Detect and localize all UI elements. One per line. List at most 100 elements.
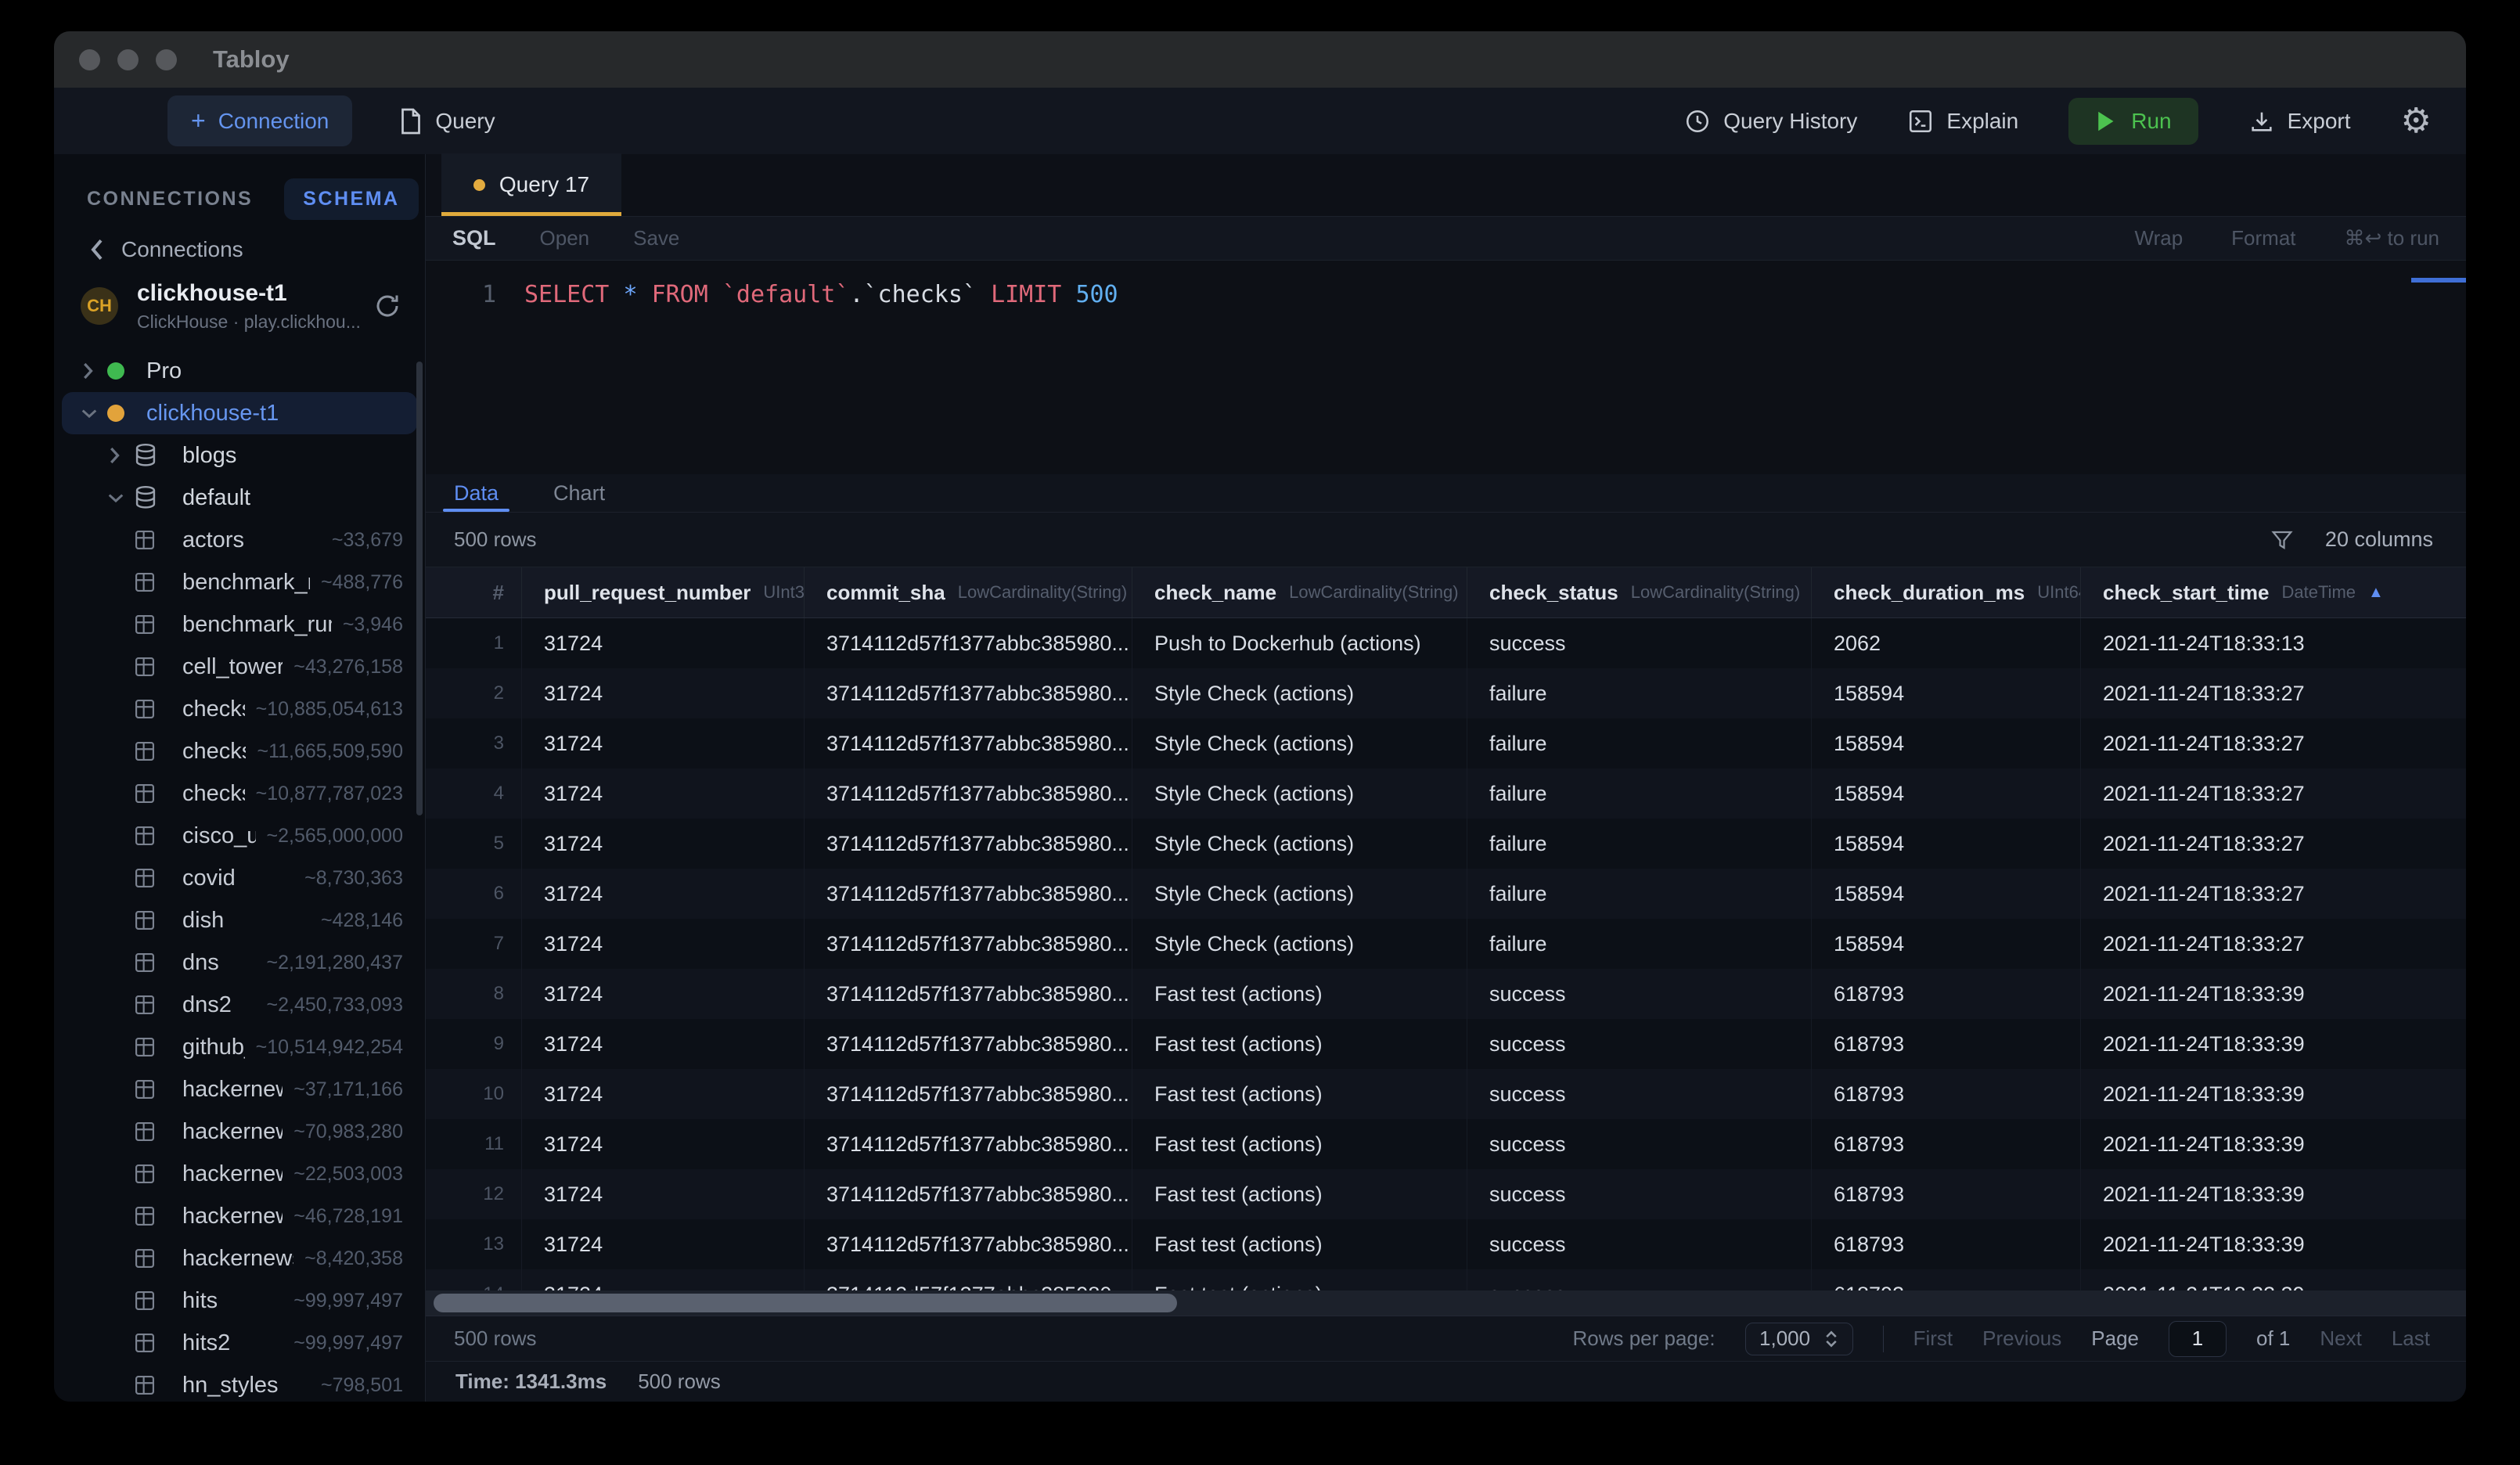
- table-cell[interactable]: 618793: [1812, 1069, 2081, 1119]
- table-cell[interactable]: 3714112d57f1377abbc385980...: [805, 969, 1132, 1019]
- table-cell[interactable]: 31724: [522, 768, 805, 819]
- table-cell[interactable]: 3714112d57f1377abbc385980...: [805, 819, 1132, 869]
- sidebar-table-item[interactable]: hits2 ~99,997,497: [54, 1322, 425, 1364]
- table-cell[interactable]: Style Check (actions): [1132, 819, 1467, 869]
- tab-chart[interactable]: Chart: [553, 474, 605, 512]
- sidebar-table-item[interactable]: dns2 ~2,450,733,093: [54, 984, 425, 1026]
- table-cell[interactable]: 3714112d57f1377abbc385980...: [805, 768, 1132, 819]
- open-button[interactable]: Open: [540, 226, 590, 250]
- new-query-button[interactable]: Query: [399, 107, 495, 135]
- column-header[interactable]: check_statusLowCardinality(String): [1467, 567, 1812, 617]
- minimize-window-button[interactable]: [117, 49, 139, 70]
- table-cell[interactable]: 31724: [522, 718, 805, 768]
- table-cell[interactable]: 3714112d57f1377abbc385980...: [805, 1219, 1132, 1269]
- table-cell[interactable]: 31724: [522, 819, 805, 869]
- column-header[interactable]: check_duration_msUInt64: [1812, 567, 2081, 617]
- back-to-connections[interactable]: Connections: [54, 229, 425, 270]
- row-number-cell[interactable]: 9: [426, 1019, 522, 1069]
- table-cell[interactable]: 2021-11-24T18:33:27: [2081, 919, 2466, 969]
- sidebar-table-item[interactable]: cisco_um... ~2,565,000,000: [54, 815, 425, 857]
- close-window-button[interactable]: [79, 49, 100, 70]
- table-cell[interactable]: 3714112d57f1377abbc385980...: [805, 668, 1132, 718]
- table-cell[interactable]: 31724: [522, 969, 805, 1019]
- table-cell[interactable]: 2021-11-24T18:33:27: [2081, 768, 2466, 819]
- table-row[interactable]: 10317243714112d57f1377abbc385980...Fast …: [426, 1069, 2466, 1119]
- tree-item-db-blogs[interactable]: blogs: [54, 434, 425, 477]
- table-row[interactable]: 5317243714112d57f1377abbc385980...Style …: [426, 819, 2466, 869]
- query-tab[interactable]: Query 17: [441, 153, 621, 216]
- table-cell[interactable]: success: [1467, 1119, 1812, 1169]
- table-row[interactable]: 6317243714112d57f1377abbc385980...Style …: [426, 869, 2466, 919]
- sidebar-table-item[interactable]: hackernews... ~70,983,280: [54, 1110, 425, 1153]
- page-number-input[interactable]: 1: [2169, 1321, 2227, 1357]
- table-cell[interactable]: 3714112d57f1377abbc385980...: [805, 1119, 1132, 1169]
- table-cell[interactable]: failure: [1467, 919, 1812, 969]
- table-row[interactable]: 4317243714112d57f1377abbc385980...Style …: [426, 768, 2466, 819]
- table-cell[interactable]: 618793: [1812, 1219, 2081, 1269]
- table-cell[interactable]: 31724: [522, 618, 805, 668]
- column-header[interactable]: commit_shaLowCardinality(String): [805, 567, 1132, 617]
- export-button[interactable]: Export: [2248, 108, 2351, 135]
- column-header[interactable]: pull_request_numberUInt32: [522, 567, 805, 617]
- sidebar-table-item[interactable]: hackernews... ~22,503,003: [54, 1153, 425, 1195]
- sidebar-table-item[interactable]: dish ~428,146: [54, 899, 425, 941]
- tree-item-db-default[interactable]: default: [54, 477, 425, 519]
- table-cell[interactable]: 31724: [522, 869, 805, 919]
- table-cell[interactable]: success: [1467, 1019, 1812, 1069]
- table-cell[interactable]: Style Check (actions): [1132, 718, 1467, 768]
- column-header[interactable]: check_start_timeDateTime▲: [2081, 567, 2466, 617]
- table-cell[interactable]: failure: [1467, 718, 1812, 768]
- table-cell[interactable]: 618793: [1812, 1119, 2081, 1169]
- sidebar-table-item[interactable]: benchmark_runs ~3,946: [54, 603, 425, 646]
- tree-item-pro[interactable]: Pro: [54, 350, 425, 392]
- table-cell[interactable]: 3714112d57f1377abbc385980...: [805, 718, 1132, 768]
- table-cell[interactable]: 2021-11-24T18:33:27: [2081, 819, 2466, 869]
- table-cell[interactable]: success: [1467, 1219, 1812, 1269]
- table-cell[interactable]: 31724: [522, 1019, 805, 1069]
- horizontal-scrollbar[interactable]: [426, 1290, 2466, 1316]
- format-button[interactable]: Format: [2231, 226, 2295, 250]
- table-cell[interactable]: Fast test (actions): [1132, 1219, 1467, 1269]
- sidebar-table-item[interactable]: checks_... ~11,665,509,590: [54, 730, 425, 772]
- table-cell[interactable]: 2021-11-24T18:33:39: [2081, 1069, 2466, 1119]
- explain-button[interactable]: Explain: [1907, 108, 2018, 135]
- table-cell[interactable]: failure: [1467, 768, 1812, 819]
- table-cell[interactable]: 31724: [522, 668, 805, 718]
- sidebar-table-item[interactable]: hits ~99,997,497: [54, 1280, 425, 1322]
- rows-per-page-select[interactable]: 1,000: [1745, 1323, 1853, 1355]
- table-cell[interactable]: 31724: [522, 1069, 805, 1119]
- sql-editor[interactable]: 1 SELECT * FROM `default`.`checks` LIMIT…: [426, 261, 2466, 474]
- table-row[interactable]: 7317243714112d57f1377abbc385980...Style …: [426, 919, 2466, 969]
- table-cell[interactable]: 158594: [1812, 668, 2081, 718]
- row-number-cell[interactable]: 5: [426, 819, 522, 869]
- sidebar-table-item[interactable]: cell_towers ~43,276,158: [54, 646, 425, 688]
- row-number-cell[interactable]: 2: [426, 668, 522, 718]
- table-cell[interactable]: 2021-11-24T18:33:39: [2081, 1119, 2466, 1169]
- column-header[interactable]: check_nameLowCardinality(String): [1132, 567, 1467, 617]
- horizontal-scrollbar-thumb[interactable]: [434, 1294, 1177, 1312]
- table-cell[interactable]: success: [1467, 618, 1812, 668]
- connection-card[interactable]: CH clickhouse-t1 ClickHouse · play.click…: [54, 270, 425, 342]
- table-cell[interactable]: success: [1467, 1069, 1812, 1119]
- table-cell[interactable]: 2021-11-24T18:33:27: [2081, 668, 2466, 718]
- table-cell[interactable]: 618793: [1812, 1019, 2081, 1069]
- first-page-button[interactable]: First: [1913, 1326, 1953, 1351]
- table-cell[interactable]: 3714112d57f1377abbc385980...: [805, 919, 1132, 969]
- row-number-cell[interactable]: 13: [426, 1219, 522, 1269]
- table-cell[interactable]: Style Check (actions): [1132, 768, 1467, 819]
- settings-button[interactable]: ⚙: [2401, 104, 2432, 139]
- table-cell[interactable]: 31724: [522, 919, 805, 969]
- table-cell[interactable]: 2021-11-24T18:33:39: [2081, 1219, 2466, 1269]
- table-row[interactable]: 12317243714112d57f1377abbc385980...Fast …: [426, 1169, 2466, 1219]
- wrap-button[interactable]: Wrap: [2135, 226, 2183, 250]
- row-number-cell[interactable]: 10: [426, 1069, 522, 1119]
- row-number-cell[interactable]: 1: [426, 618, 522, 668]
- columns-selector[interactable]: 20 columns: [2270, 527, 2433, 552]
- last-page-button[interactable]: Last: [2392, 1326, 2430, 1351]
- previous-page-button[interactable]: Previous: [1982, 1326, 2061, 1351]
- table-cell[interactable]: 2021-11-24T18:33:27: [2081, 869, 2466, 919]
- table-cell[interactable]: 2021-11-24T18:33:27: [2081, 718, 2466, 768]
- table-row[interactable]: 11317243714112d57f1377abbc385980...Fast …: [426, 1119, 2466, 1169]
- table-cell[interactable]: 3714112d57f1377abbc385980...: [805, 1019, 1132, 1069]
- table-cell[interactable]: 2062: [1812, 618, 2081, 668]
